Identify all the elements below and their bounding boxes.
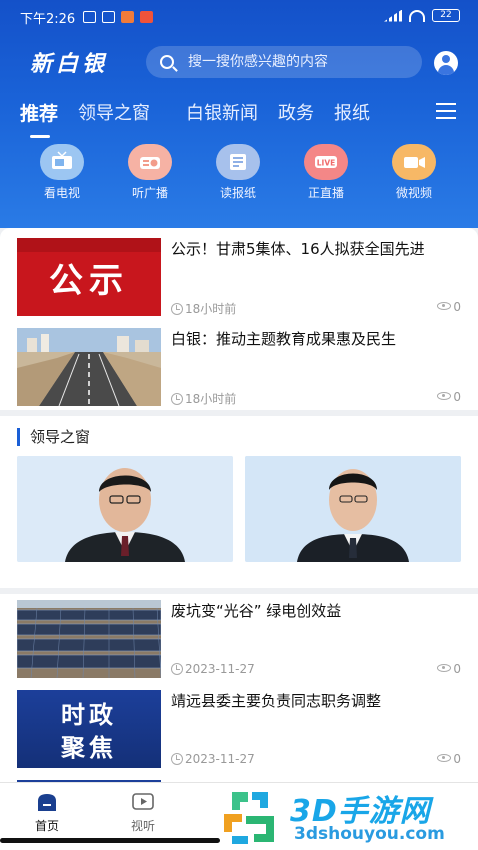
app-notification-icon bbox=[121, 11, 135, 23]
app-header: 下午2:26 22 新白银 推荐 领导之窗 白银新闻 政务 报纸 看电视 bbox=[0, 0, 478, 228]
news-views: 0 bbox=[437, 390, 461, 404]
news-time: 18小时前 bbox=[185, 392, 237, 406]
gesture-bar bbox=[0, 838, 220, 843]
watermark-logo bbox=[224, 792, 274, 844]
play-icon bbox=[131, 791, 155, 813]
top-news-card: 公示 公示！甘肃5集体、16人拟获全国先进 18小时前 0 白银：推动主题教育成… bbox=[0, 228, 478, 410]
news-views: 0 bbox=[437, 662, 461, 676]
news-item[interactable]: 废坑变“光谷” 绿电创效益 2023-11-27 0 bbox=[17, 600, 461, 678]
nav-label: 视听 bbox=[130, 819, 155, 833]
news-thumbnail bbox=[17, 328, 161, 406]
user-avatar-button[interactable] bbox=[434, 51, 458, 75]
radio-icon bbox=[128, 144, 172, 180]
clock-icon bbox=[171, 663, 183, 675]
quick-link-video[interactable]: 微视频 bbox=[370, 144, 458, 208]
watermark-url: 3dshouyou.com bbox=[294, 824, 445, 844]
news-list: 废坑变“光谷” 绿电创效益 2023-11-27 0 时政 聚焦 靖远县委主要负… bbox=[0, 594, 478, 784]
quick-link-label: 微视频 bbox=[395, 186, 432, 200]
thumbnail-text: 公示 bbox=[49, 261, 129, 301]
home-icon bbox=[35, 791, 59, 813]
leader-photo[interactable] bbox=[17, 456, 233, 562]
channel-tabs: 推荐 领导之窗 白银新闻 政务 报纸 bbox=[20, 96, 440, 138]
views-count: 0 bbox=[453, 752, 461, 766]
eye-icon bbox=[437, 754, 452, 762]
search-input[interactable] bbox=[188, 54, 408, 70]
news-time: 2023-11-27 bbox=[185, 662, 255, 676]
quick-link-label: 看电视 bbox=[43, 186, 80, 200]
news-title: 白银：推动主题教育成果惠及民生 bbox=[171, 330, 397, 348]
clock-icon bbox=[171, 303, 183, 315]
quick-links: 看电视 听广播 读报纸 LIVE 正直播 微视频 bbox=[0, 144, 478, 208]
views-count: 0 bbox=[453, 300, 461, 314]
video-notification-icon bbox=[140, 11, 154, 23]
leader-photo[interactable] bbox=[245, 456, 461, 562]
news-title: 废坑变“光谷” 绿电创效益 bbox=[171, 602, 342, 620]
tab-leaders[interactable]: 领导之窗 bbox=[78, 99, 150, 125]
news-time: 2023-11-27 bbox=[185, 752, 255, 766]
quick-link-newspaper[interactable]: 读报纸 bbox=[194, 144, 282, 208]
news-thumbnail: 时政 聚焦 bbox=[17, 690, 161, 768]
tab-baiyin-news[interactable]: 白银新闻 bbox=[186, 99, 258, 125]
tab-government[interactable]: 政务 bbox=[278, 99, 314, 125]
status-bar: 下午2:26 22 bbox=[0, 0, 478, 34]
nfc-icon bbox=[83, 11, 97, 23]
watermark: 3D手游网 3dshouyou.com bbox=[218, 784, 476, 848]
leaders-section: 领导之窗 bbox=[0, 416, 478, 588]
quick-link-live[interactable]: LIVE 正直播 bbox=[282, 144, 370, 208]
clock-icon bbox=[171, 393, 183, 405]
quick-link-radio[interactable]: 听广播 bbox=[106, 144, 194, 208]
news-item[interactable]: 时政 聚焦 靖远县委主要负责同志职务调整 2023-11-27 0 bbox=[17, 690, 461, 768]
battery-icon: 22 bbox=[432, 9, 460, 22]
newspaper-icon bbox=[216, 144, 260, 180]
wifi-icon bbox=[409, 9, 425, 22]
eye-icon bbox=[437, 392, 452, 400]
nav-label: 首页 bbox=[34, 819, 59, 833]
views-count: 0 bbox=[453, 662, 461, 676]
status-time: 下午2:26 bbox=[20, 11, 76, 27]
video-icon bbox=[392, 144, 436, 180]
news-meta: 2023-11-27 0 bbox=[171, 662, 461, 678]
live-badge-text: LIVE bbox=[317, 159, 336, 168]
news-views: 0 bbox=[437, 300, 461, 314]
news-time: 18小时前 bbox=[185, 302, 237, 316]
tv-icon bbox=[40, 144, 84, 180]
search-icon bbox=[160, 55, 174, 69]
news-meta: 18小时前 0 bbox=[171, 300, 461, 316]
quick-link-label: 读报纸 bbox=[219, 186, 256, 200]
news-item[interactable]: 公示 公示！甘肃5集体、16人拟获全国先进 18小时前 0 bbox=[17, 238, 461, 316]
thumbnail-text: 时政 bbox=[61, 701, 117, 729]
news-meta: 18小时前 0 bbox=[171, 390, 461, 406]
news-thumbnail bbox=[17, 600, 161, 678]
thumbnail-text: 聚焦 bbox=[60, 734, 117, 762]
eye-icon bbox=[437, 664, 452, 672]
app-logo: 新白银 bbox=[30, 51, 109, 77]
status-right: 22 bbox=[384, 9, 460, 22]
news-thumbnail: 公示 bbox=[17, 238, 161, 316]
notification-icon bbox=[102, 11, 116, 23]
live-icon: LIVE bbox=[304, 144, 348, 180]
nav-home[interactable]: 首页 bbox=[12, 791, 82, 834]
channel-menu-icon[interactable] bbox=[436, 103, 456, 119]
tab-recommend[interactable]: 推荐 bbox=[20, 99, 58, 138]
section-title: 领导之窗 bbox=[17, 428, 90, 446]
quick-link-label: 正直播 bbox=[307, 186, 344, 200]
news-item[interactable]: 白银：推动主题教育成果惠及民生 18小时前 0 bbox=[17, 328, 461, 406]
search-bar[interactable] bbox=[146, 46, 422, 78]
news-views: 0 bbox=[437, 752, 461, 766]
quick-link-tv[interactable]: 看电视 bbox=[18, 144, 106, 208]
news-title: 靖远县委主要负责同志职务调整 bbox=[171, 692, 382, 710]
views-count: 0 bbox=[453, 390, 461, 404]
tab-newspaper[interactable]: 报纸 bbox=[334, 99, 370, 125]
signal-icon bbox=[384, 9, 402, 22]
news-meta: 2023-11-27 0 bbox=[171, 752, 461, 768]
quick-link-label: 听广播 bbox=[131, 186, 168, 200]
eye-icon bbox=[437, 302, 452, 310]
nav-media[interactable]: 视听 bbox=[108, 791, 178, 834]
clock-icon bbox=[171, 753, 183, 765]
news-title: 公示！甘肃5集体、16人拟获全国先进 bbox=[171, 240, 425, 258]
